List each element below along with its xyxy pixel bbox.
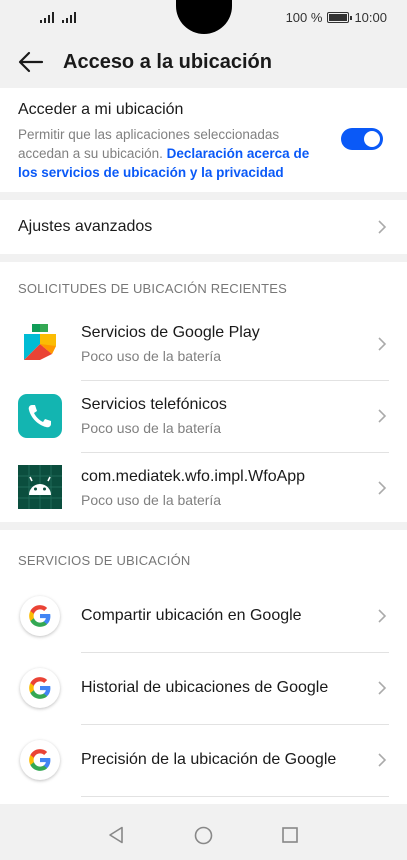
chevron-right-icon bbox=[378, 681, 387, 695]
clock: 10:00 bbox=[354, 10, 387, 25]
battery-percent: 100 % bbox=[285, 10, 323, 25]
service-name: Compartir ubicación en Google bbox=[81, 607, 302, 624]
list-item-phone-services[interactable]: Servicios telefónicos Poco uso de la bat… bbox=[0, 380, 407, 452]
chevron-right-icon bbox=[378, 609, 387, 623]
battery-usage: Poco uso de la batería bbox=[81, 420, 222, 436]
status-right: 100 % 10:00 bbox=[286, 10, 387, 25]
battery-usage: Poco uso de la batería bbox=[81, 348, 222, 364]
toggle-knob bbox=[364, 131, 380, 147]
list-item-share-location[interactable]: Compartir ubicación en Google bbox=[0, 580, 407, 652]
service-name: Historial de ubicaciones de Google bbox=[81, 679, 329, 696]
google-icon bbox=[20, 668, 60, 708]
advanced-settings-row[interactable]: Ajustes avanzados bbox=[0, 200, 407, 254]
app-name: com.mediatek.wfo.impl.WfoApp bbox=[81, 468, 306, 485]
service-name: Precisión de la ubicación de Google bbox=[81, 751, 337, 768]
google-play-services-icon bbox=[24, 324, 56, 360]
chevron-right-icon bbox=[378, 409, 387, 423]
nav-recents-icon[interactable] bbox=[282, 827, 298, 843]
navigation-bar bbox=[0, 812, 407, 860]
back-arrow-icon[interactable] bbox=[16, 48, 46, 76]
battery-icon bbox=[327, 12, 353, 23]
android-icon bbox=[18, 465, 62, 509]
advanced-settings-label: Ajustes avanzados bbox=[18, 218, 153, 235]
app-header: Acceso a la ubicación bbox=[0, 36, 407, 88]
list-item-google-play-services[interactable]: Servicios de Google Play Poco uso de la … bbox=[0, 308, 407, 380]
location-services-card: SERVICIOS DE UBICACIÓN Compartir ubicaci… bbox=[0, 530, 407, 804]
app-name: Servicios telefónicos bbox=[81, 396, 227, 413]
recent-requests-section-title: SOLICITUDES DE UBICACIÓN RECIENTES bbox=[18, 281, 288, 296]
location-services-section-title: SERVICIOS DE UBICACIÓN bbox=[18, 553, 191, 568]
camera-notch bbox=[176, 0, 232, 34]
location-access-toggle[interactable] bbox=[341, 128, 383, 150]
signal-icon bbox=[40, 11, 54, 23]
chevron-right-icon bbox=[378, 481, 387, 495]
list-item-location-accuracy[interactable]: Precisión de la ubicación de Google bbox=[0, 724, 407, 796]
list-item-location-history[interactable]: Historial de ubicaciones de Google bbox=[0, 652, 407, 724]
nav-home-icon[interactable] bbox=[194, 826, 213, 845]
nav-back-icon[interactable] bbox=[108, 826, 124, 844]
location-access-title: Acceder a mi ubicación bbox=[18, 101, 184, 118]
phone-icon bbox=[18, 394, 62, 438]
status-bar: 100 % 10:00 bbox=[0, 0, 407, 36]
battery-usage: Poco uso de la batería bbox=[81, 492, 222, 508]
location-access-card: Acceder a mi ubicación Permitir que las … bbox=[0, 88, 407, 192]
divider bbox=[81, 796, 389, 797]
google-icon bbox=[20, 596, 60, 636]
list-item-wfo-app[interactable]: com.mediatek.wfo.impl.WfoApp Poco uso de… bbox=[0, 452, 407, 522]
recent-requests-card: SOLICITUDES DE UBICACIÓN RECIENTES Servi… bbox=[0, 262, 407, 522]
google-icon bbox=[20, 740, 60, 780]
chevron-right-icon bbox=[378, 337, 387, 351]
chevron-right-icon bbox=[378, 220, 387, 234]
signal-icon bbox=[62, 11, 76, 23]
chevron-right-icon bbox=[378, 753, 387, 767]
location-access-description: Permitir que las aplicaciones selecciona… bbox=[18, 125, 330, 182]
app-name: Servicios de Google Play bbox=[81, 324, 260, 341]
page-title: Acceso a la ubicación bbox=[63, 51, 272, 73]
